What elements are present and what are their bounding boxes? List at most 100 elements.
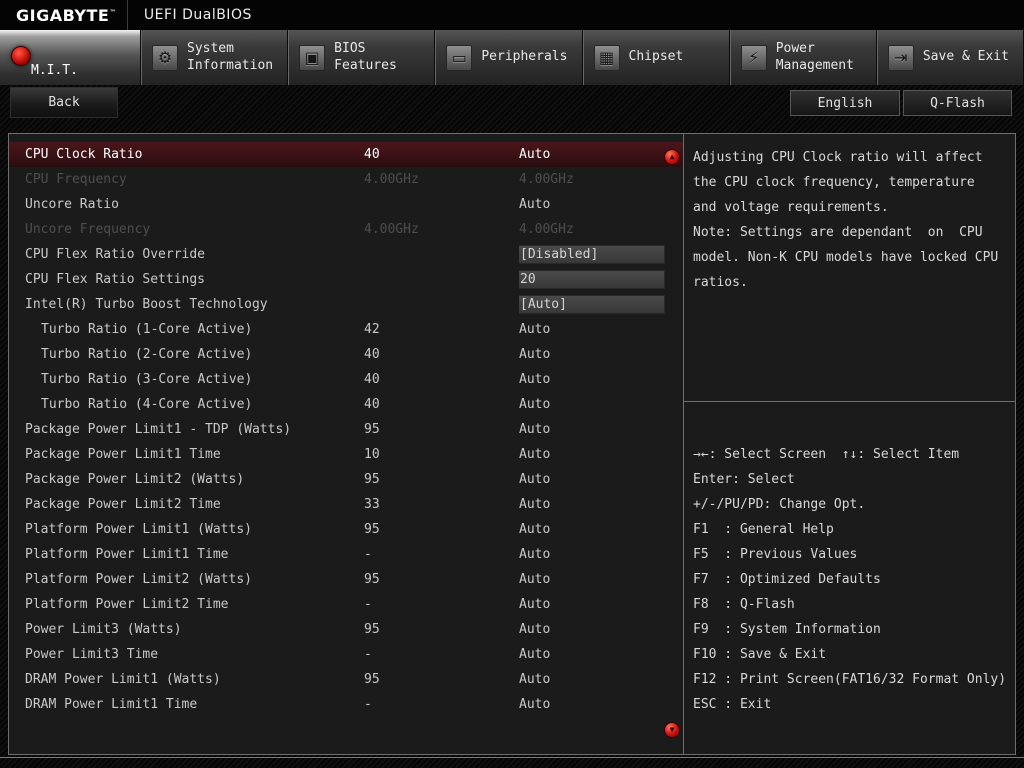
qflash-button[interactable]: Q-Flash bbox=[903, 90, 1012, 116]
setting-row[interactable]: Package Power Limit2 (Watts) 95 Auto bbox=[9, 467, 683, 492]
setting-row[interactable]: Package Power Limit2 Time 33 Auto bbox=[9, 492, 683, 517]
key-hint-line: F8 : Q-Flash bbox=[693, 597, 795, 612]
setting-label: Platform Power Limit2 Time bbox=[25, 597, 229, 612]
setting-value: - bbox=[364, 697, 372, 712]
setting-option: Auto bbox=[519, 447, 551, 462]
setting-option: Auto bbox=[519, 697, 551, 712]
scroll-up-icon[interactable]: ▲ bbox=[664, 149, 680, 165]
setting-label: Package Power Limit1 - TDP (Watts) bbox=[25, 422, 292, 437]
key-hint-line: Enter: Select bbox=[693, 472, 795, 487]
setting-label: Turbo Ratio (2-Core Active) bbox=[41, 347, 253, 362]
setting-option: 4.00GHz bbox=[519, 172, 574, 187]
setting-value: 33 bbox=[364, 497, 380, 512]
tab-label: BIOS Features bbox=[334, 40, 397, 73]
setting-row[interactable]: Platform Power Limit1 (Watts) 95 Auto bbox=[9, 517, 683, 542]
tab-power-management[interactable]: ⚡ Power Management bbox=[729, 30, 877, 85]
setting-option-box: [Auto] bbox=[519, 295, 665, 314]
setting-row[interactable]: Turbo Ratio (1-Core Active) 42 Auto bbox=[9, 317, 683, 342]
setting-label: Package Power Limit2 (Watts) bbox=[25, 472, 245, 487]
setting-option: Auto bbox=[519, 372, 551, 387]
setting-label: CPU Flex Ratio Settings bbox=[25, 272, 206, 287]
help-divider bbox=[684, 401, 1015, 402]
setting-label: Package Power Limit1 Time bbox=[25, 447, 221, 462]
setting-row[interactable]: Intel(R) Turbo Boost Technology [Auto] bbox=[9, 292, 683, 317]
setting-row[interactable]: DRAM Power Limit1 (Watts) 95 Auto bbox=[9, 667, 683, 692]
tab-peripherals[interactable]: ▭ Peripherals bbox=[435, 30, 583, 85]
screen: GIGABYTE™ UEFI DualBIOS M.I.T. ⚙ System … bbox=[0, 0, 1024, 768]
setting-option: [Auto] bbox=[519, 295, 683, 314]
setting-label: Uncore Frequency bbox=[25, 222, 151, 237]
setting-row[interactable]: CPU Flex Ratio Override [Disabled] bbox=[9, 242, 683, 267]
setting-row[interactable]: CPU Clock Ratio 40 Auto bbox=[9, 142, 683, 167]
tab-chipset[interactable]: ▦ Chipset bbox=[582, 30, 730, 85]
settings-list: CPU Clock Ratio 40 Auto CPU Frequency 4.… bbox=[9, 134, 683, 717]
setting-label: CPU Clock Ratio bbox=[25, 147, 143, 162]
back-button[interactable]: Back bbox=[10, 87, 118, 118]
setting-label: Package Power Limit2 Time bbox=[25, 497, 221, 512]
main-panel: CPU Clock Ratio 40 Auto CPU Frequency 4.… bbox=[8, 133, 1016, 755]
setting-row[interactable]: Package Power Limit1 Time 10 Auto bbox=[9, 442, 683, 467]
setting-option: Auto bbox=[519, 197, 551, 212]
app-title: UEFI DualBIOS bbox=[143, 7, 252, 23]
save-exit-icon: ⇥ bbox=[887, 44, 914, 71]
setting-row[interactable]: Platform Power Limit2 Time - Auto bbox=[9, 592, 683, 617]
setting-option: Auto bbox=[519, 397, 551, 412]
chipset-icon: ▦ bbox=[593, 44, 620, 71]
setting-row[interactable]: Turbo Ratio (4-Core Active) 40 Auto bbox=[9, 392, 683, 417]
key-hint-line: →←: Select Screen ↑↓: Select Item bbox=[693, 447, 960, 462]
peripherals-monitor-icon: ▭ bbox=[446, 44, 473, 71]
setting-option: Auto bbox=[519, 672, 551, 687]
tab-label: Power Management bbox=[775, 40, 854, 73]
setting-row[interactable]: Platform Power Limit2 (Watts) 95 Auto bbox=[9, 567, 683, 592]
setting-row[interactable]: Power Limit3 Time - Auto bbox=[9, 642, 683, 667]
setting-value: 95 bbox=[364, 422, 380, 437]
setting-option: Auto bbox=[519, 147, 551, 162]
tab-save-exit[interactable]: ⇥ Save & Exit bbox=[876, 30, 1024, 85]
mit-red-dot-icon bbox=[11, 46, 31, 66]
setting-value: 95 bbox=[364, 472, 380, 487]
scroll-down-icon[interactable]: ▼ bbox=[664, 722, 680, 738]
setting-row[interactable]: Power Limit3 (Watts) 95 Auto bbox=[9, 617, 683, 642]
setting-option: Auto bbox=[519, 472, 551, 487]
help-pane: Adjusting CPU Clock ratio will affect the… bbox=[684, 134, 1015, 754]
setting-label: DRAM Power Limit1 (Watts) bbox=[25, 672, 221, 687]
tab-mit[interactable]: M.I.T. bbox=[0, 30, 141, 85]
setting-label: Turbo Ratio (3-Core Active) bbox=[41, 372, 253, 387]
tab-bar: M.I.T. ⚙ System Information ▣ BIOS Featu… bbox=[0, 30, 1024, 85]
help-text-line: model. Non-K CPU models have locked CPU bbox=[693, 250, 999, 265]
setting-option: Auto bbox=[519, 572, 551, 587]
setting-value: 40 bbox=[364, 372, 380, 387]
footer-line bbox=[0, 757, 1024, 758]
help-text-line: Adjusting CPU Clock ratio will affect bbox=[693, 150, 983, 165]
setting-option: Auto bbox=[519, 597, 551, 612]
tab-bios-features[interactable]: ▣ BIOS Features bbox=[288, 30, 436, 85]
setting-label: Turbo Ratio (4-Core Active) bbox=[41, 397, 253, 412]
setting-row[interactable]: Platform Power Limit1 Time - Auto bbox=[9, 542, 683, 567]
help-text-line: and voltage requirements. bbox=[693, 200, 889, 215]
language-button[interactable]: English bbox=[790, 90, 900, 116]
power-icon: ⚡ bbox=[740, 44, 767, 71]
setting-row[interactable]: Turbo Ratio (2-Core Active) 40 Auto bbox=[9, 342, 683, 367]
setting-option-box: 20 bbox=[519, 270, 665, 289]
settings-pane: CPU Clock Ratio 40 Auto CPU Frequency 4.… bbox=[9, 134, 684, 754]
setting-row[interactable]: CPU Frequency 4.00GHz 4.00GHz bbox=[9, 167, 683, 192]
setting-label: Turbo Ratio (1-Core Active) bbox=[41, 322, 253, 337]
setting-option: [Disabled] bbox=[519, 245, 683, 264]
setting-row[interactable]: Uncore Frequency 4.00GHz 4.00GHz bbox=[9, 217, 683, 242]
setting-value: - bbox=[364, 597, 372, 612]
setting-row[interactable]: CPU Flex Ratio Settings 20 bbox=[9, 267, 683, 292]
setting-option: Auto bbox=[519, 622, 551, 637]
setting-value: 4.00GHz bbox=[364, 222, 419, 237]
setting-row[interactable]: Package Power Limit1 - TDP (Watts) 95 Au… bbox=[9, 417, 683, 442]
setting-row[interactable]: Uncore Ratio Auto bbox=[9, 192, 683, 217]
brand-logo: GIGABYTE™ bbox=[0, 6, 127, 25]
setting-value: 95 bbox=[364, 672, 380, 687]
setting-label: Uncore Ratio bbox=[25, 197, 119, 212]
setting-label: Platform Power Limit1 (Watts) bbox=[25, 522, 252, 537]
tab-system-information[interactable]: ⚙ System Information bbox=[141, 30, 289, 85]
setting-row[interactable]: DRAM Power Limit1 Time - Auto bbox=[9, 692, 683, 717]
setting-row[interactable]: Turbo Ratio (3-Core Active) 40 Auto bbox=[9, 367, 683, 392]
key-hint-line: F5 : Previous Values bbox=[693, 547, 858, 562]
key-hint-line: F12 : Print Screen(FAT16/32 Format Only) bbox=[693, 672, 1007, 687]
setting-label: Platform Power Limit2 (Watts) bbox=[25, 572, 252, 587]
